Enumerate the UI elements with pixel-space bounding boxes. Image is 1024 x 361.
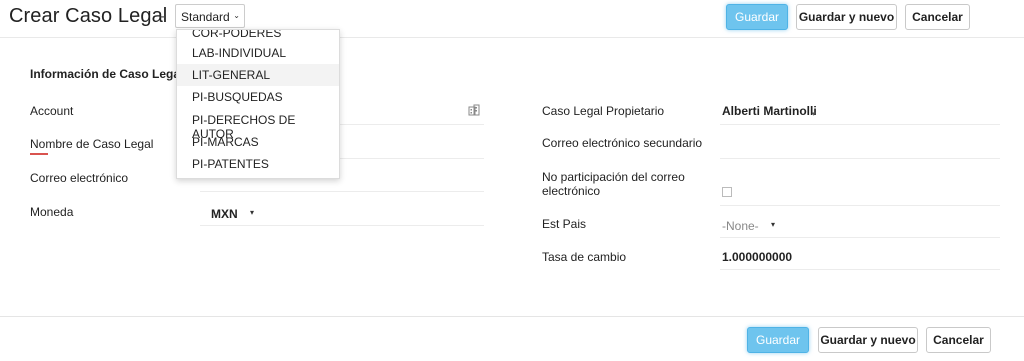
currency-select[interactable]: MXN [211, 207, 238, 221]
email-field-underline [200, 191, 484, 192]
title-separator: - [160, 8, 166, 25]
chevron-down-icon: ⌄ [233, 11, 240, 20]
email-opt-out-underline [720, 205, 1000, 206]
email-label: Correo electrónico [30, 171, 129, 185]
dropdown-item-pi-marcas[interactable]: PI-MARCAS [177, 131, 339, 153]
required-marker [30, 153, 48, 155]
dropdown-item-pi-busquedas[interactable]: PI-BUSQUEDAS [177, 86, 339, 108]
currency-label: Moneda [30, 205, 74, 219]
country-label: Est Pais [542, 217, 587, 231]
chevron-down-icon[interactable]: ▾ [812, 110, 816, 118]
dropdown-item-lab-individual[interactable]: LAB-INDIVIDUAL [177, 42, 339, 64]
email-opt-out-checkbox[interactable] [722, 187, 732, 197]
save-button[interactable]: Guardar [726, 4, 788, 30]
dropdown-item-pi-derechos-de-autor[interactable]: PI-DERECHOS DE AUTOR [177, 109, 339, 141]
footer-save-and-new-button[interactable]: Guardar y nuevo [818, 327, 918, 353]
country-field-underline [720, 237, 1000, 238]
dropdown-item-pi-patentes[interactable]: PI-PATENTES [177, 153, 339, 175]
page-title: Crear Caso Legal [9, 5, 168, 27]
account-label: Account [30, 104, 74, 118]
exchange-rate-underline [720, 269, 1000, 270]
form-footer: Guardar Guardar y nuevo Cancelar [0, 316, 1024, 361]
layout-select[interactable]: Standard ⌄ [175, 4, 245, 28]
chevron-down-icon[interactable]: ▾ [771, 220, 775, 229]
exchange-rate-label: Tasa de cambio [542, 250, 627, 264]
form-header: Crear Caso Legal - Standard ⌄ Guardar Gu… [0, 0, 1024, 38]
layout-select-value: Standard [181, 10, 230, 24]
owner-field-underline [720, 124, 1000, 125]
dropdown-item-lit-general[interactable]: LIT-GENERAL [177, 64, 339, 86]
chevron-down-icon[interactable]: ▾ [250, 208, 254, 217]
owner-label: Caso Legal Propietario [542, 104, 665, 118]
save-and-new-button[interactable]: Guardar y nuevo [796, 4, 897, 30]
secondary-email-underline [720, 158, 1000, 159]
footer-save-button[interactable]: Guardar [747, 327, 809, 353]
currency-field-underline [200, 225, 484, 226]
exchange-rate-value[interactable]: 1.000000000 [722, 250, 792, 264]
footer-cancel-button[interactable]: Cancelar [926, 327, 991, 353]
secondary-email-label: Correo electrónico secundario [542, 136, 703, 150]
lookup-icon[interactable] [468, 104, 480, 116]
country-select[interactable]: -None- [722, 219, 759, 233]
legal-case-name-label: Nombre de Caso Legal [30, 137, 154, 151]
layout-dropdown-menu: COR-PODERES LAB-INDIVIDUAL LIT-GENERAL P… [176, 29, 340, 179]
owner-select[interactable]: Alberti Martinolli [722, 104, 817, 118]
section-title: Información de Caso Legal [30, 67, 184, 81]
email-opt-out-label: No participación del correo electrónico [542, 170, 685, 198]
cancel-button[interactable]: Cancelar [905, 4, 970, 30]
secondary-email-field[interactable] [720, 130, 1000, 154]
